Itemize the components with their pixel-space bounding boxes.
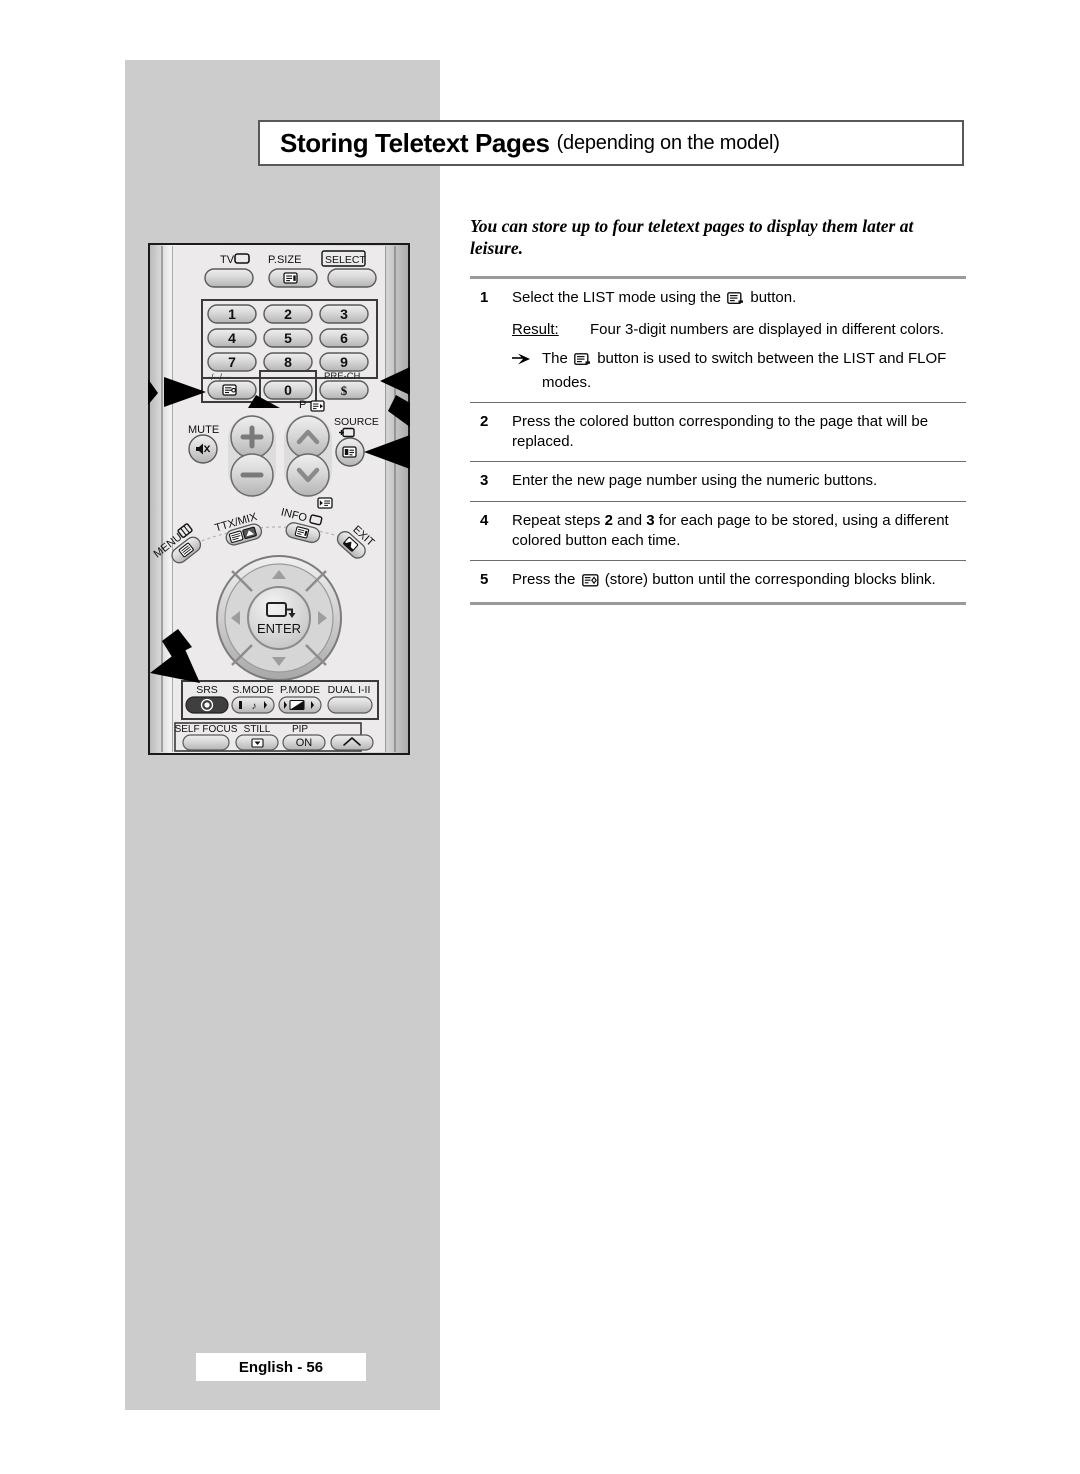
svg-text:SRS: SRS <box>196 684 218 696</box>
step-4-text-b: and <box>617 511 643 529</box>
svg-text:P.SIZE: P.SIZE <box>268 254 301 266</box>
step-4-bold-a: 2 <box>604 511 613 529</box>
svg-text:4: 4 <box>228 330 236 346</box>
note-text-before: The <box>542 350 568 368</box>
teletext-list-icon <box>574 352 591 372</box>
result-text: Four 3-digit numbers are displayed in di… <box>590 321 945 339</box>
rule-bottom <box>470 602 966 606</box>
page-footer-badge: English - 56 <box>196 1353 366 1381</box>
svg-text:MUTE: MUTE <box>188 424 219 436</box>
svg-text:DUAL I-II: DUAL I-II <box>328 684 371 696</box>
step-body: Select the LIST mode using the button. R… <box>512 288 966 393</box>
page-title-bar: Storing Teletext Pages (depending on the… <box>258 120 964 166</box>
svg-text:ENTER: ENTER <box>257 621 301 636</box>
svg-text:PIP: PIP <box>292 724 308 735</box>
svg-text:P.MODE: P.MODE <box>280 684 320 696</box>
svg-text:TV: TV <box>220 254 235 266</box>
step-row-4: 4 Repeat steps 2 and 3 for each page to … <box>470 502 966 561</box>
step-1-text-before: Select the LIST mode using the <box>512 288 722 306</box>
note-text-after: button is used to switch between the LIS… <box>542 350 947 391</box>
svg-text:1: 1 <box>228 306 236 322</box>
intro-paragraph: You can store up to four teletext pages … <box>470 216 914 259</box>
step-row-3: 3 Enter the new page number using the nu… <box>470 462 966 500</box>
svg-text:8: 8 <box>284 354 292 370</box>
step-number: 5 <box>480 571 489 589</box>
step-1-text-after: button. <box>750 288 797 306</box>
step-5-text-before: Press the <box>512 571 576 589</box>
svg-text:SELECT: SELECT <box>325 254 366 266</box>
svg-text:9: 9 <box>340 354 348 370</box>
svg-text:S.MODE: S.MODE <box>232 684 273 696</box>
svg-text:$: $ <box>341 383 348 398</box>
step-1-note-line: The button is used to switch between the… <box>512 349 966 393</box>
step-1-result-line: Result: Four 3-digit numbers are display… <box>512 320 966 340</box>
svg-text:2: 2 <box>284 306 292 322</box>
step-4-text-a: Repeat steps <box>512 511 601 529</box>
step-number: 4 <box>480 511 489 529</box>
instructions-column: You can store up to four teletext pages … <box>470 215 966 606</box>
step-number: 3 <box>480 472 489 490</box>
step-number: 2 <box>480 412 489 430</box>
step-row-2: 2 Press the colored button corresponding… <box>470 403 966 462</box>
svg-text:SOURCE: SOURCE <box>334 416 379 428</box>
page-title: Storing Teletext Pages <box>280 127 550 158</box>
step-row-1: 1 Select the LIST mode using the button.… <box>470 279 966 402</box>
step-body: Press the (store) button until the corre… <box>512 570 966 593</box>
step-5-text-after: (store) button until the corresponding b… <box>604 571 936 589</box>
teletext-store-icon <box>581 573 599 593</box>
step-1-main-line: Select the LIST mode using the button. <box>512 288 966 311</box>
svg-text:3: 3 <box>340 306 348 322</box>
step-row-5: 5 Press the (store) button until the cor… <box>470 561 966 602</box>
svg-text:7: 7 <box>228 354 236 370</box>
svg-text:♪: ♪ <box>252 701 257 712</box>
svg-text:STILL: STILL <box>244 724 271 735</box>
svg-text:5: 5 <box>284 330 292 346</box>
svg-text:P: P <box>299 399 306 411</box>
step-body: Repeat steps 2 and 3 for each page to be… <box>512 511 966 552</box>
svg-text:6: 6 <box>340 330 348 346</box>
step-4-bold-b: 3 <box>646 511 655 529</box>
note-text: The button is used to switch between the… <box>542 349 966 393</box>
remote-control-illustration: TV P.SIZE SELECT 1 2 3 4 5 6 7 8 9 -/--/… <box>148 243 410 755</box>
step-number: 1 <box>480 288 489 306</box>
note-arrow-icon <box>512 349 542 393</box>
step-body: Press the colored button corresponding t… <box>512 412 929 451</box>
teletext-list-icon <box>727 291 744 311</box>
svg-text:ON: ON <box>296 737 313 749</box>
svg-text:SELF FOCUS: SELF FOCUS <box>175 724 238 735</box>
page-title-subtitle: (depending on the model) <box>556 131 780 154</box>
result-label: Result: <box>512 321 559 339</box>
svg-text:0: 0 <box>284 382 292 398</box>
step-body: Enter the new page number using the nume… <box>512 472 878 490</box>
